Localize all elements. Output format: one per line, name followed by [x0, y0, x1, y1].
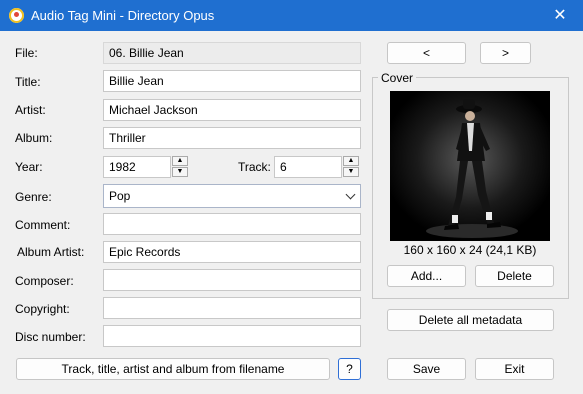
exit-button[interactable]: Exit — [475, 358, 554, 380]
track-stepper[interactable]: ▲ ▼ — [343, 156, 359, 178]
genre-select[interactable]: Pop — [103, 184, 361, 208]
genre-label: Genre: — [15, 190, 52, 204]
year-up-icon[interactable]: ▲ — [172, 156, 188, 166]
file-field[interactable]: 06. Billie Jean — [103, 42, 361, 64]
file-label: File: — [15, 46, 38, 60]
year-field[interactable]: 1982 — [103, 156, 171, 178]
from-filename-button[interactable]: Track, title, artist and album from file… — [16, 358, 330, 380]
title-bar: Audio Tag Mini - Directory Opus ✕ — [0, 0, 583, 31]
track-down-icon[interactable]: ▼ — [343, 167, 359, 177]
comment-label: Comment: — [15, 218, 71, 232]
copyright-label: Copyright: — [15, 302, 70, 316]
album-artist-field[interactable]: Epic Records — [103, 241, 361, 263]
genre-value: Pop — [109, 189, 131, 203]
artist-label: Artist: — [15, 103, 46, 117]
track-label: Track: — [238, 160, 271, 174]
window-title: Audio Tag Mini - Directory Opus — [31, 8, 215, 23]
comment-field[interactable] — [103, 213, 361, 235]
composer-field[interactable] — [103, 269, 361, 291]
year-label: Year: — [15, 160, 43, 174]
cover-group-label: Cover — [378, 71, 417, 85]
copyright-field[interactable] — [103, 297, 361, 319]
year-down-icon[interactable]: ▼ — [172, 167, 188, 177]
album-label: Album: — [15, 131, 53, 145]
year-stepper[interactable]: ▲ ▼ — [172, 156, 188, 178]
next-button[interactable]: > — [480, 42, 531, 64]
help-button[interactable]: ? — [338, 358, 361, 380]
track-field[interactable]: 6 — [274, 156, 342, 178]
composer-label: Composer: — [15, 274, 74, 288]
cover-image — [390, 91, 550, 241]
disc-number-field[interactable] — [103, 325, 361, 347]
delete-cover-button[interactable]: Delete — [475, 265, 554, 287]
artist-field[interactable]: Michael Jackson — [103, 99, 361, 121]
disc-number-label: Disc number: — [15, 330, 86, 344]
album-field[interactable]: Thriller — [103, 127, 361, 149]
add-cover-button[interactable]: Add... — [387, 265, 466, 287]
cover-artwork — [390, 91, 550, 241]
cover-info: 160 x 160 x 24 (24,1 KB) — [403, 243, 537, 257]
album-artist-label: Album Artist: — [17, 245, 85, 259]
track-up-icon[interactable]: ▲ — [343, 156, 359, 166]
delete-all-metadata-button[interactable]: Delete all metadata — [387, 309, 554, 331]
chevron-down-icon[interactable] — [345, 189, 356, 200]
title-label: Title: — [15, 75, 41, 89]
save-button[interactable]: Save — [387, 358, 466, 380]
close-icon[interactable]: ✕ — [537, 0, 583, 31]
title-field[interactable]: Billie Jean — [103, 70, 361, 92]
app-icon — [9, 8, 24, 23]
previous-button[interactable]: < — [387, 42, 466, 64]
